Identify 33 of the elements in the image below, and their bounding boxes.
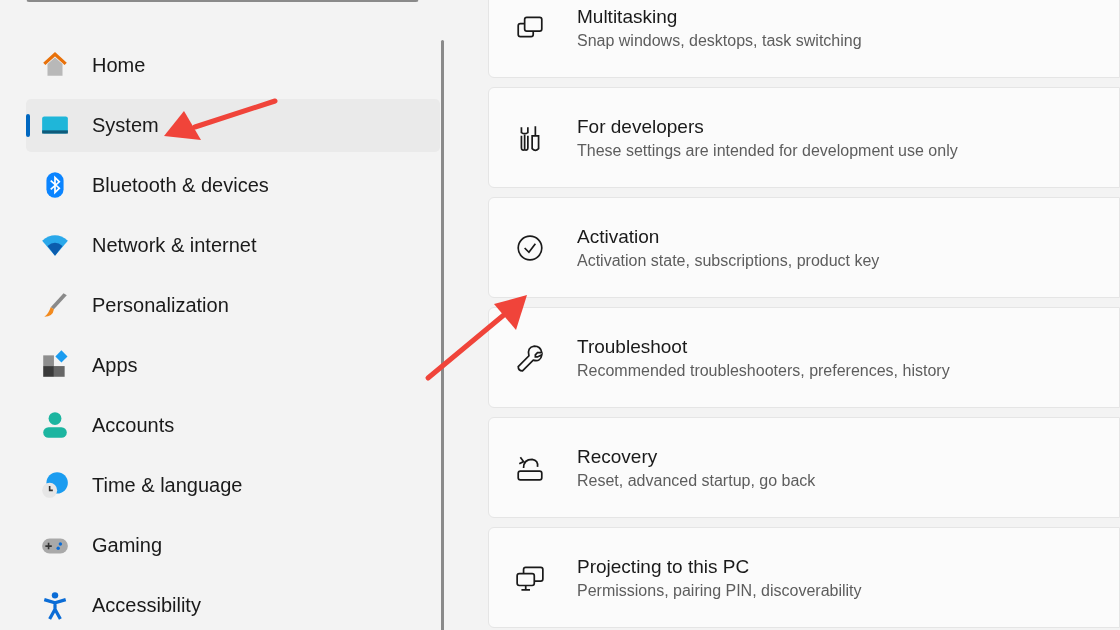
card-title: Activation — [577, 224, 661, 249]
app-tiles-icon — [40, 350, 70, 380]
card-title: Multitasking — [577, 4, 679, 29]
settings-card[interactable]: Activation Activation state, subscriptions, product key — [488, 197, 1120, 298]
settings-card[interactable]: Multitasking Snap windows, desktops, task switching — [488, 0, 1120, 78]
settings-card[interactable]: Projecting to this PC Permissions, pairing PIN, discoverability — [488, 527, 1120, 628]
card-subtitle: Recommended troubleshooters, preferences, history — [577, 360, 950, 381]
nav-item[interactable]: Home — [26, 38, 440, 92]
wrench-icon — [515, 342, 545, 373]
nav-item[interactable]: Network & internet — [26, 218, 440, 272]
card-subtitle: Reset, advanced startup, go back — [577, 470, 816, 491]
nav-item[interactable]: Apps — [26, 338, 440, 392]
nav-item[interactable]: Personalization — [26, 278, 440, 332]
person-icon — [40, 410, 70, 440]
settings-card[interactable]: For developers These settings are intended for development use only — [488, 87, 1120, 188]
card-title: Projecting to this PC — [577, 554, 751, 579]
nav-item[interactable]: Gaming — [26, 518, 440, 572]
nav-item[interactable]: Accessibility — [26, 578, 440, 630]
card-subtitle: Snap windows, desktops, task switching — [577, 30, 862, 51]
globe-clock-icon — [40, 470, 70, 500]
nav-item[interactable]: Time & language — [26, 458, 440, 512]
card-title: Recovery — [577, 444, 659, 469]
card-subtitle: Permissions, pairing PIN, discoverability — [577, 580, 862, 601]
nav-item[interactable]: Accounts — [26, 398, 440, 452]
settings-card[interactable]: Recovery Reset, advanced startup, go back — [488, 417, 1120, 518]
card-subtitle: These settings are intended for development use only — [577, 140, 958, 161]
card-title: Troubleshoot — [577, 334, 689, 359]
card-title: For developers — [577, 114, 705, 139]
nav-item[interactable]: System — [26, 98, 440, 152]
check-circle-icon — [515, 232, 545, 263]
card-subtitle: Activation state, subscriptions, product key — [577, 250, 880, 271]
settings-card[interactable]: Troubleshoot Recommended troubleshooters, preferences, history — [488, 307, 1120, 408]
nav-item[interactable]: Bluetooth & devices — [26, 158, 440, 212]
